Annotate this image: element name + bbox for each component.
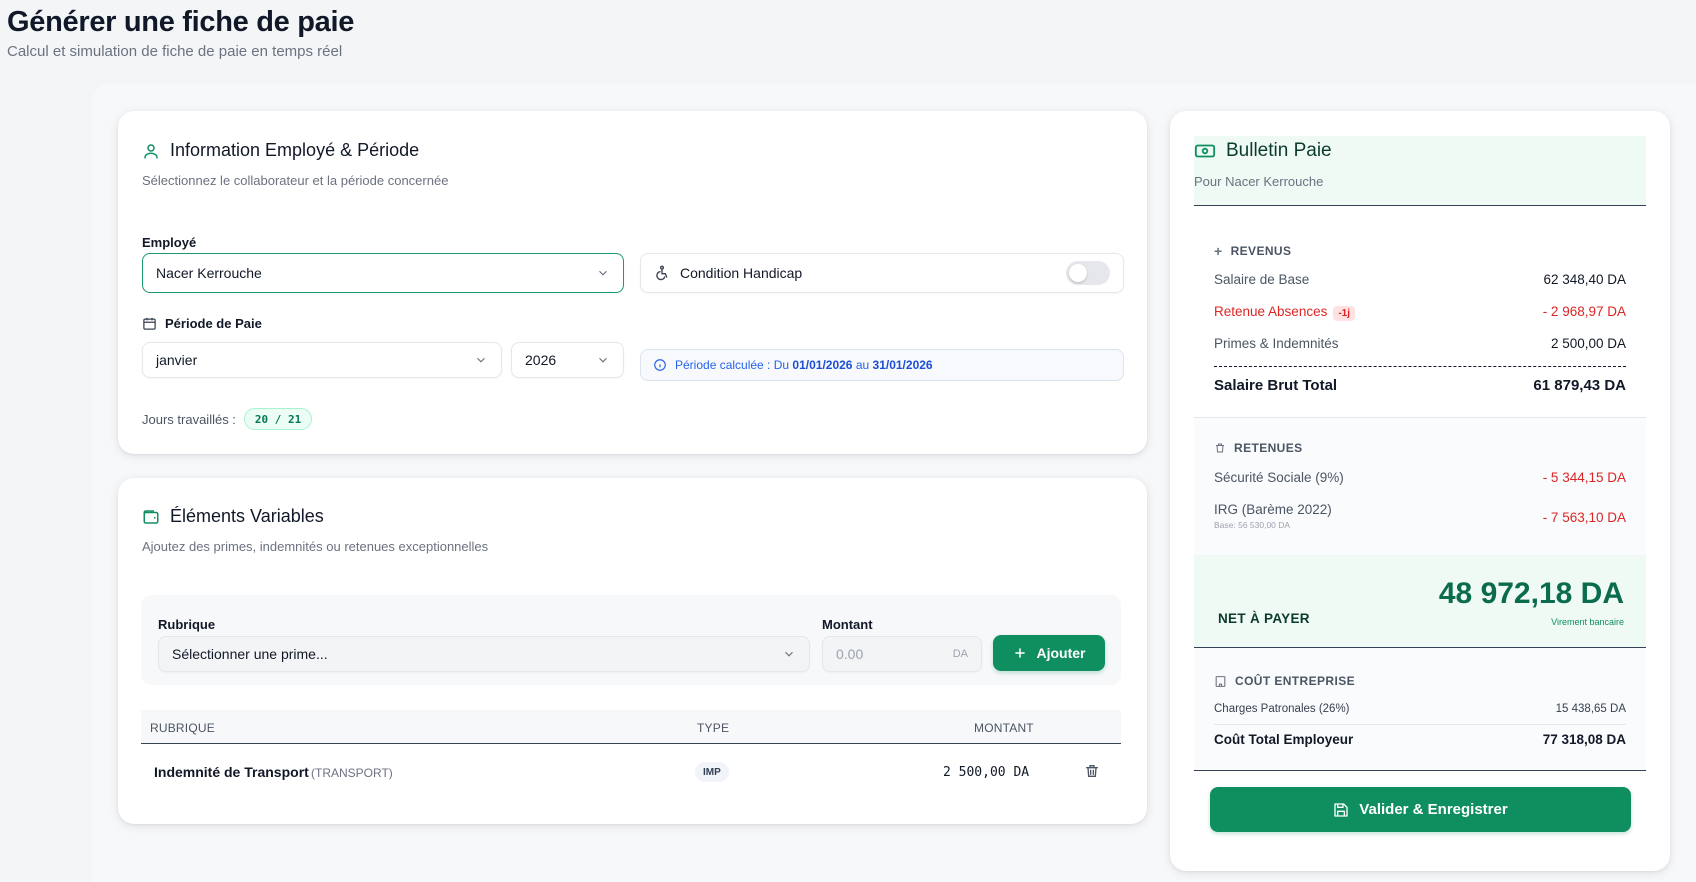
- variables-card-subtitle: Ajoutez des primes, indemnités ou retenu…: [142, 539, 489, 554]
- handicap-condition-field: Condition Handicap: [640, 253, 1124, 293]
- montant-label: Montant: [822, 617, 873, 632]
- chevron-down-icon: [596, 353, 610, 367]
- cout-total-line: Coût Total Employeur 77 318,08 DA: [1214, 732, 1626, 747]
- period-info-text: Période calculée : Du 01/01/2026 au 31/0…: [675, 358, 933, 372]
- period-info-box: Période calculée : Du 01/01/2026 au 31/0…: [640, 349, 1124, 381]
- cout-entreprise-title: COÛT ENTREPRISE: [1214, 674, 1355, 688]
- period-start-date: 01/01/2026: [792, 358, 853, 372]
- variables-card-title: Éléments Variables: [170, 506, 324, 526]
- retenue-absences-line: Retenue Absences -1j - 2 968,97 DA: [1214, 304, 1626, 321]
- page-header: Générer une fiche de paie Calcul et simu…: [7, 6, 354, 60]
- net-value: 48 972,18 DA: [1438, 577, 1624, 610]
- period-end-date: 31/01/2026: [872, 358, 933, 372]
- validate-save-label: Valider & Enregistrer: [1359, 801, 1508, 818]
- info-icon: [653, 358, 667, 372]
- add-item-button[interactable]: Ajouter: [993, 635, 1105, 671]
- salaire-base-line: Salaire de Base 62 348,40 DA: [1214, 272, 1626, 287]
- banknote-icon: [1194, 140, 1216, 162]
- page-subtitle: Calcul et simulation de fiche de paie en…: [7, 43, 343, 60]
- rubrique-select[interactable]: Sélectionner une prime...: [158, 636, 810, 672]
- bulletin-subtitle: Pour Nacer Kerrouche: [1194, 174, 1324, 189]
- calendar-icon: [142, 316, 157, 331]
- employee-select-value: Nacer Kerrouche: [156, 265, 262, 281]
- row-amount: 2 500,00 DA: [943, 765, 1030, 780]
- chevron-down-icon: [782, 647, 796, 661]
- variables-table-header: RUBRIQUE TYPE MONTANT: [141, 710, 1121, 744]
- row-type-badge: IMP: [695, 762, 729, 782]
- securite-sociale-line: Sécurité Sociale (9%) - 5 344,15 DA: [1214, 470, 1626, 485]
- employee-label: Employé: [142, 235, 197, 250]
- employee-card-subtitle: Sélectionnez le collaborateur et la péri…: [142, 173, 449, 188]
- revenus-section-title: + REVENUS: [1214, 243, 1292, 259]
- montant-unit: DA: [952, 648, 968, 660]
- validate-save-button[interactable]: Valider & Enregistrer: [1210, 787, 1631, 832]
- chevron-down-icon: [474, 353, 488, 367]
- cout-divider: [1214, 724, 1626, 725]
- save-icon: [1333, 802, 1349, 818]
- col-type: TYPE: [697, 721, 730, 735]
- add-item-button-label: Ajouter: [1036, 645, 1086, 661]
- plus-icon: [1013, 646, 1027, 660]
- row-rubrique-name: Indemnité de Transport: [154, 764, 309, 780]
- bulletin-title: Bulletin Paie: [1226, 140, 1332, 161]
- trash-icon: [1214, 442, 1226, 454]
- wallet-icon: [142, 508, 160, 526]
- period-label: Période de Paie: [165, 316, 262, 331]
- employee-select[interactable]: Nacer Kerrouche: [142, 253, 624, 293]
- bulletin-card: Bulletin Paie Pour Nacer Kerrouche + REV…: [1170, 111, 1670, 871]
- irg-line: IRG (Barème 2022) Base: 56 530,00 DA - 7…: [1214, 502, 1626, 530]
- net-a-payer-box: NET À PAYER 48 972,18 DA Virement bancai…: [1194, 555, 1646, 648]
- building-icon: [1214, 675, 1227, 688]
- employee-card-title: Information Employé & Période: [170, 140, 420, 160]
- montant-input[interactable]: 0.00 DA: [822, 636, 982, 672]
- brut-total-line: Salaire Brut Total 61 879,43 DA: [1214, 377, 1626, 394]
- year-select-value: 2026: [525, 352, 557, 368]
- trash-icon[interactable]: [1084, 763, 1100, 779]
- col-montant: MONTANT: [974, 721, 1034, 735]
- employee-period-card: Information Employé & Période Sélectionn…: [118, 111, 1147, 454]
- col-rubrique: RUBRIQUE: [150, 721, 215, 735]
- retenues-section-title: RETENUES: [1214, 441, 1303, 455]
- month-select-value: janvier: [156, 352, 198, 368]
- net-payment-mode: Virement bancaire: [1551, 617, 1624, 627]
- absence-days-badge: -1j: [1333, 306, 1356, 321]
- net-label: NET À PAYER: [1218, 611, 1310, 626]
- bulletin-header: Bulletin Paie Pour Nacer Kerrouche: [1194, 136, 1646, 206]
- rubrique-label: Rubrique: [158, 617, 216, 632]
- year-select[interactable]: 2026: [511, 342, 624, 378]
- table-row: Indemnité de Transport (TRANSPORT) IMP 2…: [141, 748, 1121, 796]
- worked-days-label: Jours travaillés :: [142, 411, 236, 427]
- worked-days-badge: 20 / 21: [243, 408, 313, 430]
- page-title: Générer une fiche de paie: [7, 6, 355, 38]
- rubrique-placeholder: Sélectionner une prime...: [172, 646, 328, 662]
- plus-icon: +: [1214, 243, 1223, 259]
- charges-patronales-line: Charges Patronales (26%) 15 438,65 DA: [1214, 703, 1626, 715]
- irg-base: Base: 56 530,00 DA: [1214, 520, 1291, 530]
- primes-line: Primes & Indemnités 2 500,00 DA: [1214, 336, 1626, 351]
- row-rubrique-code: (TRANSPORT): [311, 766, 393, 780]
- handicap-toggle[interactable]: [1066, 261, 1110, 285]
- brut-divider: [1214, 366, 1626, 367]
- period-label-row: Période de Paie: [142, 316, 262, 331]
- montant-placeholder: 0.00: [836, 646, 864, 662]
- month-select[interactable]: janvier: [142, 342, 502, 378]
- handicap-label: Condition Handicap: [680, 265, 803, 281]
- user-icon: [142, 142, 160, 160]
- accessibility-icon: [654, 265, 670, 281]
- chevron-down-icon: [596, 266, 610, 280]
- worked-days-row: Jours travaillés : 20 / 21: [142, 408, 313, 430]
